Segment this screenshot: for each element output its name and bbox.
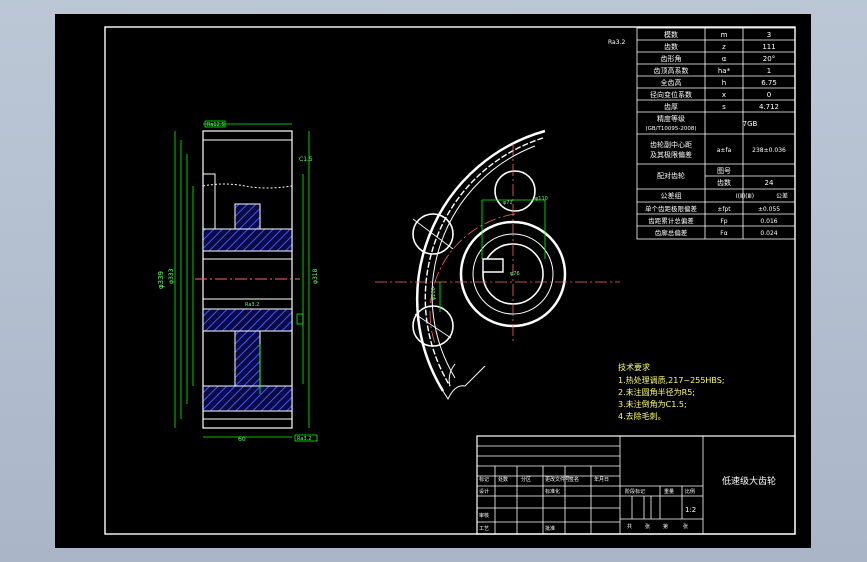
rough-surf3: Ra3.2 (245, 302, 259, 308)
dev-profile-val: 0.024 (760, 230, 777, 237)
dev-profile-name: 齿廓总偏差 (655, 228, 688, 237)
param-shift-val: 0 (767, 91, 771, 99)
param-teeth-sym: z (722, 43, 726, 51)
paired-drawing-label: 图号 (717, 167, 731, 175)
param-module-name: 模数 (664, 30, 678, 39)
center-val: 238±0.036 (752, 147, 786, 154)
dev-pitch-name: 单个齿距极限偏差 (645, 204, 698, 213)
param-table-text: 模数 m 3 齿数 z 111 齿形角 α 20° 齿顶高系数 ha* 1 全齿… (645, 30, 788, 237)
tb-header-sign: 签名 (569, 476, 579, 483)
dev-cumulative-name: 齿距累计总偏差 (648, 216, 694, 225)
param-module-sym: m (721, 31, 728, 39)
dev-profile-sym: Fα (720, 230, 727, 237)
param-depth-sym: h (722, 79, 726, 87)
param-addendum-sym: ha* (718, 67, 731, 75)
center-label-1: 齿轮副中心距 (650, 140, 692, 149)
tb-standard: 标准化 (545, 488, 560, 495)
param-thickness-val: 4.712 (759, 103, 779, 111)
tb-weight: 重量 (664, 488, 674, 495)
param-thickness-sym: s (722, 103, 726, 111)
dev-pitch-val: ±0.055 (758, 206, 780, 213)
tb-sheet-unit2: 张 (683, 523, 688, 530)
tb-part-name: 低速级大齿轮 (722, 475, 776, 487)
dev-cumulative-val: 0.016 (760, 218, 777, 225)
rough-top-right: Ra3.2 (608, 39, 625, 46)
note-4: 4.去除毛刺。 (618, 411, 666, 421)
tb-scale-label: 比例 (685, 488, 695, 495)
center-sym: a±fa (717, 147, 732, 154)
tb-stage: 阶段标记 (625, 488, 645, 495)
tb-scale-value: 1:2 (685, 506, 696, 514)
dim-d6: φ200 (431, 287, 437, 300)
param-teeth-val: 111 (762, 43, 775, 51)
tolerance-col3: 公差 (776, 192, 788, 200)
dim-d5: φ110 (535, 196, 548, 202)
tb-sheet-unit1: 张 (645, 523, 650, 530)
tolerance-val: I(Ⅱ)(Ⅲ) (736, 193, 754, 200)
gear-drawing: φ339 φ333 φ318 60 C1.5 Ra12.5 Ra3.2 Ra3.… (104, 26, 796, 535)
param-shift-sym: x (722, 91, 726, 99)
param-shift-name: 径向变位系数 (650, 90, 692, 99)
dim-d2: φ333 (168, 268, 175, 284)
precision-val: 7GB (743, 120, 758, 128)
tb-sheet-total: 共 (627, 523, 632, 530)
tb-design: 设计 (479, 488, 489, 495)
sheet-border (104, 26, 796, 535)
param-angle-sym: α (722, 55, 727, 63)
precision-std: (GB/T10095-2008) (645, 126, 696, 132)
dim-hub: φ76 (510, 271, 520, 277)
param-teeth-name: 齿数 (664, 42, 678, 51)
dev-pitch-sym: ±fpt (717, 206, 731, 213)
tb-approve: 批准 (545, 525, 555, 532)
tb-check: 审核 (479, 512, 489, 519)
front-view (375, 129, 620, 401)
tb-header-count: 处数 (498, 476, 508, 483)
paired-label: 配对齿轮 (657, 171, 685, 180)
param-depth-name: 全齿高 (661, 78, 682, 87)
note-3: 3.未注倒角为C1.5; (618, 399, 687, 409)
tb-craft: 工艺 (479, 526, 489, 532)
dim-width: 60 (238, 436, 246, 443)
param-module-val: 3 (767, 31, 771, 39)
tb-header-date: 年月日 (594, 476, 609, 483)
tb-header-zone: 分区 (521, 476, 531, 483)
dim-d1: φ339 (157, 271, 165, 289)
note-2: 2.未注圆角半径为R5; (618, 387, 695, 397)
param-angle-name: 齿形角 (661, 54, 682, 63)
paired-teeth-val: 24 (765, 179, 774, 187)
tb-header-doc: 更改文件号 (545, 476, 570, 483)
tb-header-mark: 标记 (479, 476, 489, 483)
notes-title: 技术要求 (618, 362, 650, 372)
dim-d3: φ318 (312, 268, 319, 284)
dev-cumulative-sym: Fp (720, 218, 727, 225)
section-view (195, 130, 300, 429)
param-thickness-name: 齿厚 (664, 103, 678, 111)
tb-sheet-no: 第 (663, 523, 668, 530)
paired-teeth-label: 齿数 (717, 178, 731, 187)
param-addendum-name: 齿顶高系数 (654, 66, 689, 75)
param-angle-val: 20° (763, 55, 775, 63)
param-depth-val: 6.75 (761, 79, 777, 87)
rough-surf1: Ra12.5 (207, 122, 225, 128)
technical-notes: 技术要求 1.热处理调质,217~255HBS; 2.未注圆角半径为R5; 3.… (618, 362, 725, 421)
note-1: 1.热处理调质,217~255HBS; (618, 375, 725, 385)
tolerance-label: 公差组 (661, 191, 682, 200)
rough-surf2: Ra3.2 (297, 436, 311, 442)
dim-chamfer: C1.5 (299, 156, 313, 163)
param-addendum-val: 1 (767, 67, 771, 75)
center-label-2: 及其极限偏差 (650, 150, 692, 159)
cad-viewport[interactable]: φ339 φ333 φ318 60 C1.5 Ra12.5 Ra3.2 Ra3.… (55, 14, 811, 548)
dim-d4: φ72 (503, 200, 513, 206)
precision-label: 精度等级 (657, 114, 685, 123)
title-block-text: 标记 处数 分区 更改文件号 签名 年月日 设计 标准化 阶段标记 重量 比例 … (479, 475, 776, 532)
